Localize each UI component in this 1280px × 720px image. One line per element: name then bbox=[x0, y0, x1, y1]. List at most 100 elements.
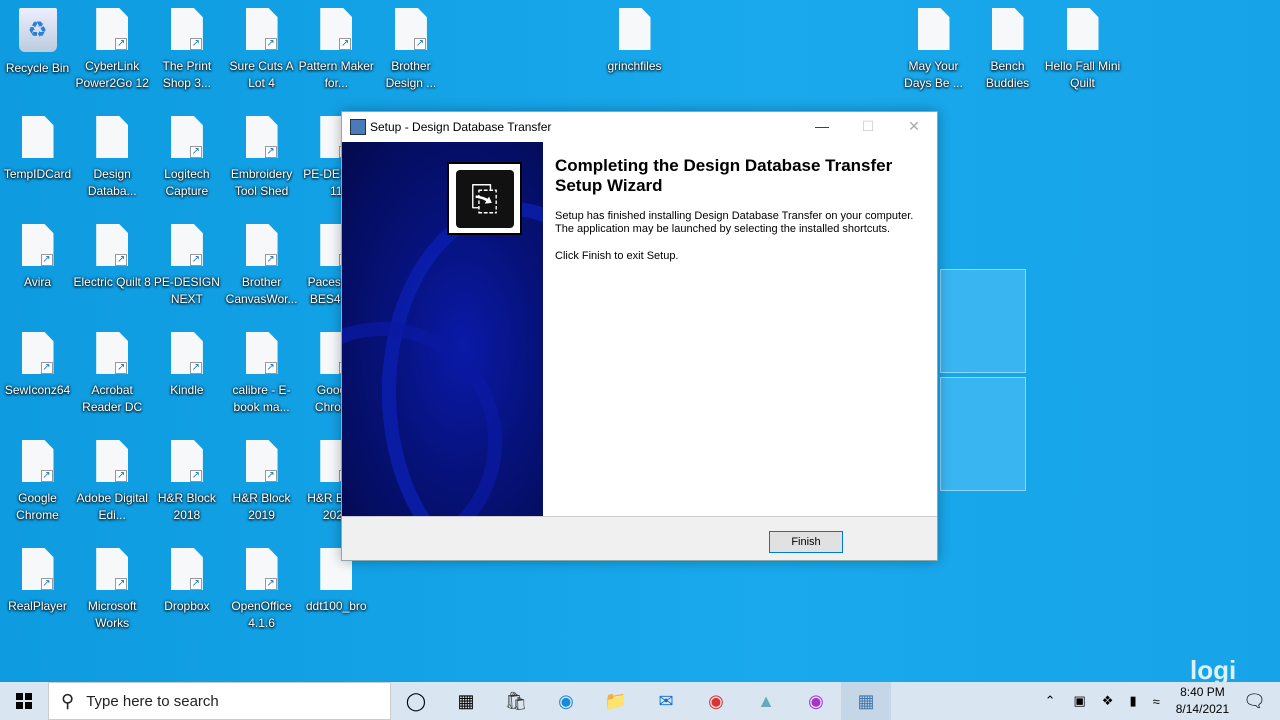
search-icon: ⚲ bbox=[61, 690, 75, 711]
close-button[interactable]: ✕ bbox=[891, 112, 937, 142]
camera-icon[interactable]: ▣ bbox=[1074, 693, 1086, 709]
desktop-icon-label: Embroidery Tool Shed bbox=[230, 167, 293, 198]
chevron-up-icon[interactable]: ⌃ bbox=[1045, 693, 1056, 709]
desktop-icon[interactable]: ↗ Embroidery Tool Shed bbox=[224, 112, 299, 212]
desktop-icon[interactable]: ↗ calibre - E-book ma... bbox=[224, 328, 299, 428]
desktop-icon[interactable]: TempIDCard bbox=[0, 112, 75, 212]
desktop-icon-label: Pattern Maker for... bbox=[298, 59, 374, 90]
desktop-icon-label: OpenOffice 4.1.6 bbox=[231, 599, 292, 630]
setup-icon bbox=[350, 119, 366, 135]
desktop-icon[interactable]: ↗ Brother Design ... bbox=[373, 4, 448, 104]
desktop-icon-label: calibre - E-book ma... bbox=[232, 383, 291, 414]
desktop-icon[interactable]: Hello Fall Mini Quilt bbox=[1045, 4, 1120, 104]
desktop-icon[interactable]: May Your Days Be ... bbox=[896, 4, 971, 104]
shortcut-arrow-icon: ↗ bbox=[40, 362, 53, 374]
task-view-icon[interactable]: ▦ bbox=[441, 682, 491, 720]
desktop-icon[interactable]: ↗ Acrobat Reader DC bbox=[75, 328, 150, 428]
desktop-icon[interactable]: ↗ Electric Quilt 8 bbox=[74, 220, 151, 320]
desktop-icon-label: Brother CanvasWor... bbox=[225, 275, 298, 306]
dropbox-icon[interactable]: ❖ bbox=[1102, 693, 1114, 709]
clock[interactable]: 8:40 PM 8/14/2021 bbox=[1176, 684, 1229, 718]
desktop-icon-label: Acrobat Reader DC bbox=[82, 383, 143, 414]
desktop-icon[interactable]: ↗ Avira bbox=[0, 220, 75, 320]
time: 8:40 PM bbox=[1180, 685, 1225, 699]
windows-icon bbox=[16, 693, 32, 709]
setup-dialog: Setup - Design Database Transfer — ☐ ✕ ⎘… bbox=[341, 111, 938, 561]
notifications-icon[interactable]: 🗨 bbox=[1243, 691, 1266, 712]
shortcut-arrow-icon: ↗ bbox=[189, 578, 202, 590]
shortcut-arrow-icon: ↗ bbox=[189, 254, 202, 266]
desktop-icon[interactable]: Bench Buddies bbox=[970, 4, 1045, 104]
desktop-icon[interactable]: Design Databa... bbox=[75, 112, 150, 212]
file-icon bbox=[618, 8, 651, 50]
desktop-icon-label: CyberLink Power2Go 12 bbox=[75, 59, 149, 90]
shortcut-arrow-icon: ↗ bbox=[189, 470, 202, 482]
design-database-logo: ⎘ bbox=[447, 162, 522, 235]
search-box[interactable]: ⚲ Type here to search bbox=[48, 682, 391, 720]
setup-taskbar-icon[interactable]: ▦ bbox=[841, 682, 891, 720]
battery-icon[interactable]: ▮ bbox=[1129, 693, 1136, 709]
desktop-icon-label: Brother Design ... bbox=[385, 59, 437, 90]
desktop-icon-label: Recycle Bin bbox=[5, 61, 70, 75]
desktop-icon[interactable]: ↗ Adobe Digital Edi... bbox=[75, 436, 150, 536]
desktop-icon[interactable]: ↗ H&R Block 2018 bbox=[149, 436, 224, 536]
minimize-button[interactable]: — bbox=[799, 112, 845, 142]
desktop-icon[interactable]: ↗ Google Chrome bbox=[0, 436, 75, 536]
desktop-icon-label: Hello Fall Mini Quilt bbox=[1044, 59, 1121, 90]
desktop-icon[interactable]: ↗ Sure Cuts A Lot 4 bbox=[224, 4, 299, 104]
desktop-icon[interactable]: ↗ The Print Shop 3... bbox=[149, 4, 224, 104]
wizard-text: Setup has finished installing Design Dat… bbox=[555, 210, 914, 235]
shortcut-arrow-icon: ↗ bbox=[40, 470, 53, 482]
desktop-icon[interactable]: ↗ RealPlayer bbox=[0, 544, 75, 644]
desktop-icon-label: grinchfiles bbox=[607, 59, 662, 73]
desktop-icon[interactable]: ↗ Logitech Capture bbox=[149, 112, 224, 212]
desktop-icon[interactable]: ↗ H&R Block 2019 bbox=[224, 436, 299, 536]
date: 8/14/2021 bbox=[1175, 702, 1230, 716]
chrome-icon[interactable]: ◉ bbox=[691, 682, 741, 720]
wizard-heading: Completing the Design Database Transfer … bbox=[555, 156, 893, 195]
shortcut-arrow-icon: ↗ bbox=[115, 362, 128, 374]
desktop-icon[interactable]: ↗ Kindle bbox=[149, 328, 224, 428]
desktop-icon[interactable]: ♻ Recycle Bin bbox=[0, 4, 75, 104]
desktop-icon-label: Avira bbox=[23, 275, 52, 289]
shortcut-arrow-icon: ↗ bbox=[339, 38, 352, 50]
start-button[interactable] bbox=[0, 682, 48, 720]
file-icon bbox=[1066, 8, 1099, 50]
shortcut-arrow-icon: ↗ bbox=[189, 146, 202, 158]
desktop-icon[interactable]: ↗ Dropbox bbox=[149, 544, 224, 644]
mail-icon[interactable]: ✉ bbox=[641, 682, 691, 720]
shortcut-arrow-icon: ↗ bbox=[115, 254, 128, 266]
desktop-icon[interactable]: ↗ CyberLink Power2Go 12 bbox=[75, 4, 150, 104]
button-bar: Finish bbox=[342, 516, 937, 560]
maximize-button[interactable]: ☐ bbox=[845, 112, 891, 142]
desktop-icon[interactable]: grinchfiles bbox=[597, 4, 672, 104]
search-placeholder: Type here to search bbox=[86, 692, 219, 710]
wifi-icon[interactable]: ≈ bbox=[1153, 694, 1160, 709]
desktop-icon-label: Dropbox bbox=[164, 599, 210, 613]
finish-button[interactable]: Finish bbox=[769, 531, 843, 553]
desktop-icon[interactable]: ↗ Brother CanvasWor... bbox=[224, 220, 299, 320]
file-explorer-icon[interactable]: 📁 bbox=[591, 682, 641, 720]
capture-icon[interactable]: ◉ bbox=[791, 682, 841, 720]
store-icon[interactable]: 🛍 bbox=[491, 682, 541, 720]
desktop-icon[interactable]: ↗ OpenOffice 4.1.6 bbox=[224, 544, 299, 644]
desktop-icon-label: Microsoft Works bbox=[87, 599, 137, 630]
desktop-icon-label: ddt100_bro bbox=[305, 599, 367, 613]
dialog-title: Setup - Design Database Transfer bbox=[370, 120, 552, 134]
shortcut-arrow-icon: ↗ bbox=[115, 38, 128, 50]
desktop-icon[interactable]: ↗ SewIconz64 bbox=[0, 328, 75, 428]
desktop-icon-label: H&R Block 2018 bbox=[157, 491, 216, 522]
app-icon[interactable]: ▲ bbox=[741, 682, 791, 720]
desktop-icon[interactable]: ↗ Microsoft Works bbox=[75, 544, 150, 644]
shortcut-arrow-icon: ↗ bbox=[264, 362, 277, 374]
desktop-icon[interactable]: ↗ Pattern Maker for... bbox=[299, 4, 374, 104]
shortcut-arrow-icon: ↗ bbox=[413, 38, 426, 50]
shortcut-arrow-icon: ↗ bbox=[189, 38, 202, 50]
cortana-icon[interactable]: ◯ bbox=[391, 682, 441, 720]
desktop-icon-label: Adobe Digital Edi... bbox=[76, 491, 148, 522]
shortcut-arrow-icon: ↗ bbox=[264, 470, 277, 482]
edge-icon[interactable]: ◉ bbox=[541, 682, 591, 720]
file-icon bbox=[96, 116, 129, 158]
windows-logo-wallpaper bbox=[940, 255, 1028, 493]
desktop-icon[interactable]: ↗ PE-DESIGN NEXT bbox=[149, 220, 224, 320]
